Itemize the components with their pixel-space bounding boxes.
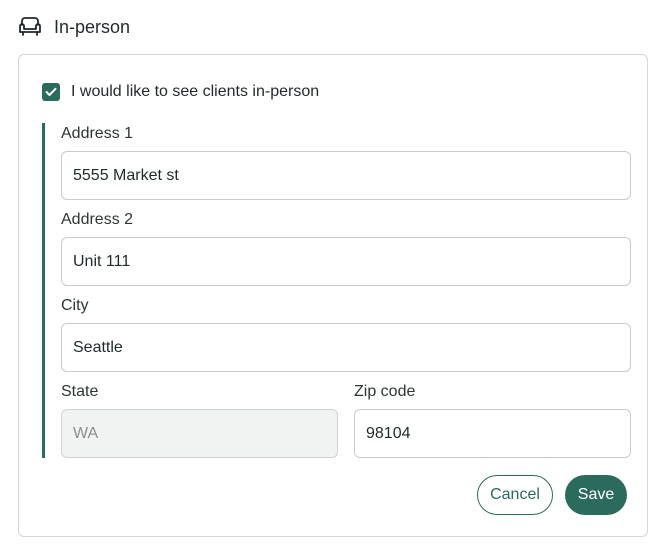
save-button[interactable]: Save: [565, 475, 627, 515]
address-fields-group: Address 1 Address 2 City State Zip code: [42, 123, 635, 458]
zip-code-input[interactable]: [354, 409, 631, 458]
in-person-card: I would like to see clients in-person Ad…: [18, 54, 648, 537]
cancel-button[interactable]: Cancel: [477, 475, 553, 515]
section-header: In-person: [18, 14, 130, 40]
city-input[interactable]: [61, 323, 631, 372]
address2-label: Address 2: [61, 211, 134, 228]
in-person-checkbox-row[interactable]: I would like to see clients in-person: [42, 83, 319, 101]
address1-label: Address 1: [61, 125, 134, 142]
city-label: City: [61, 297, 89, 314]
state-input: [61, 409, 338, 458]
in-person-checkbox[interactable]: [42, 83, 60, 101]
armchair-icon: [18, 15, 42, 39]
checkmark-icon: [45, 87, 57, 96]
address2-input[interactable]: [61, 237, 631, 286]
state-label: State: [61, 383, 99, 400]
in-person-checkbox-label: I would like to see clients in-person: [71, 83, 320, 100]
zip-code-label: Zip code: [354, 383, 416, 400]
section-title: In-person: [54, 16, 131, 37]
address1-input[interactable]: [61, 151, 631, 200]
